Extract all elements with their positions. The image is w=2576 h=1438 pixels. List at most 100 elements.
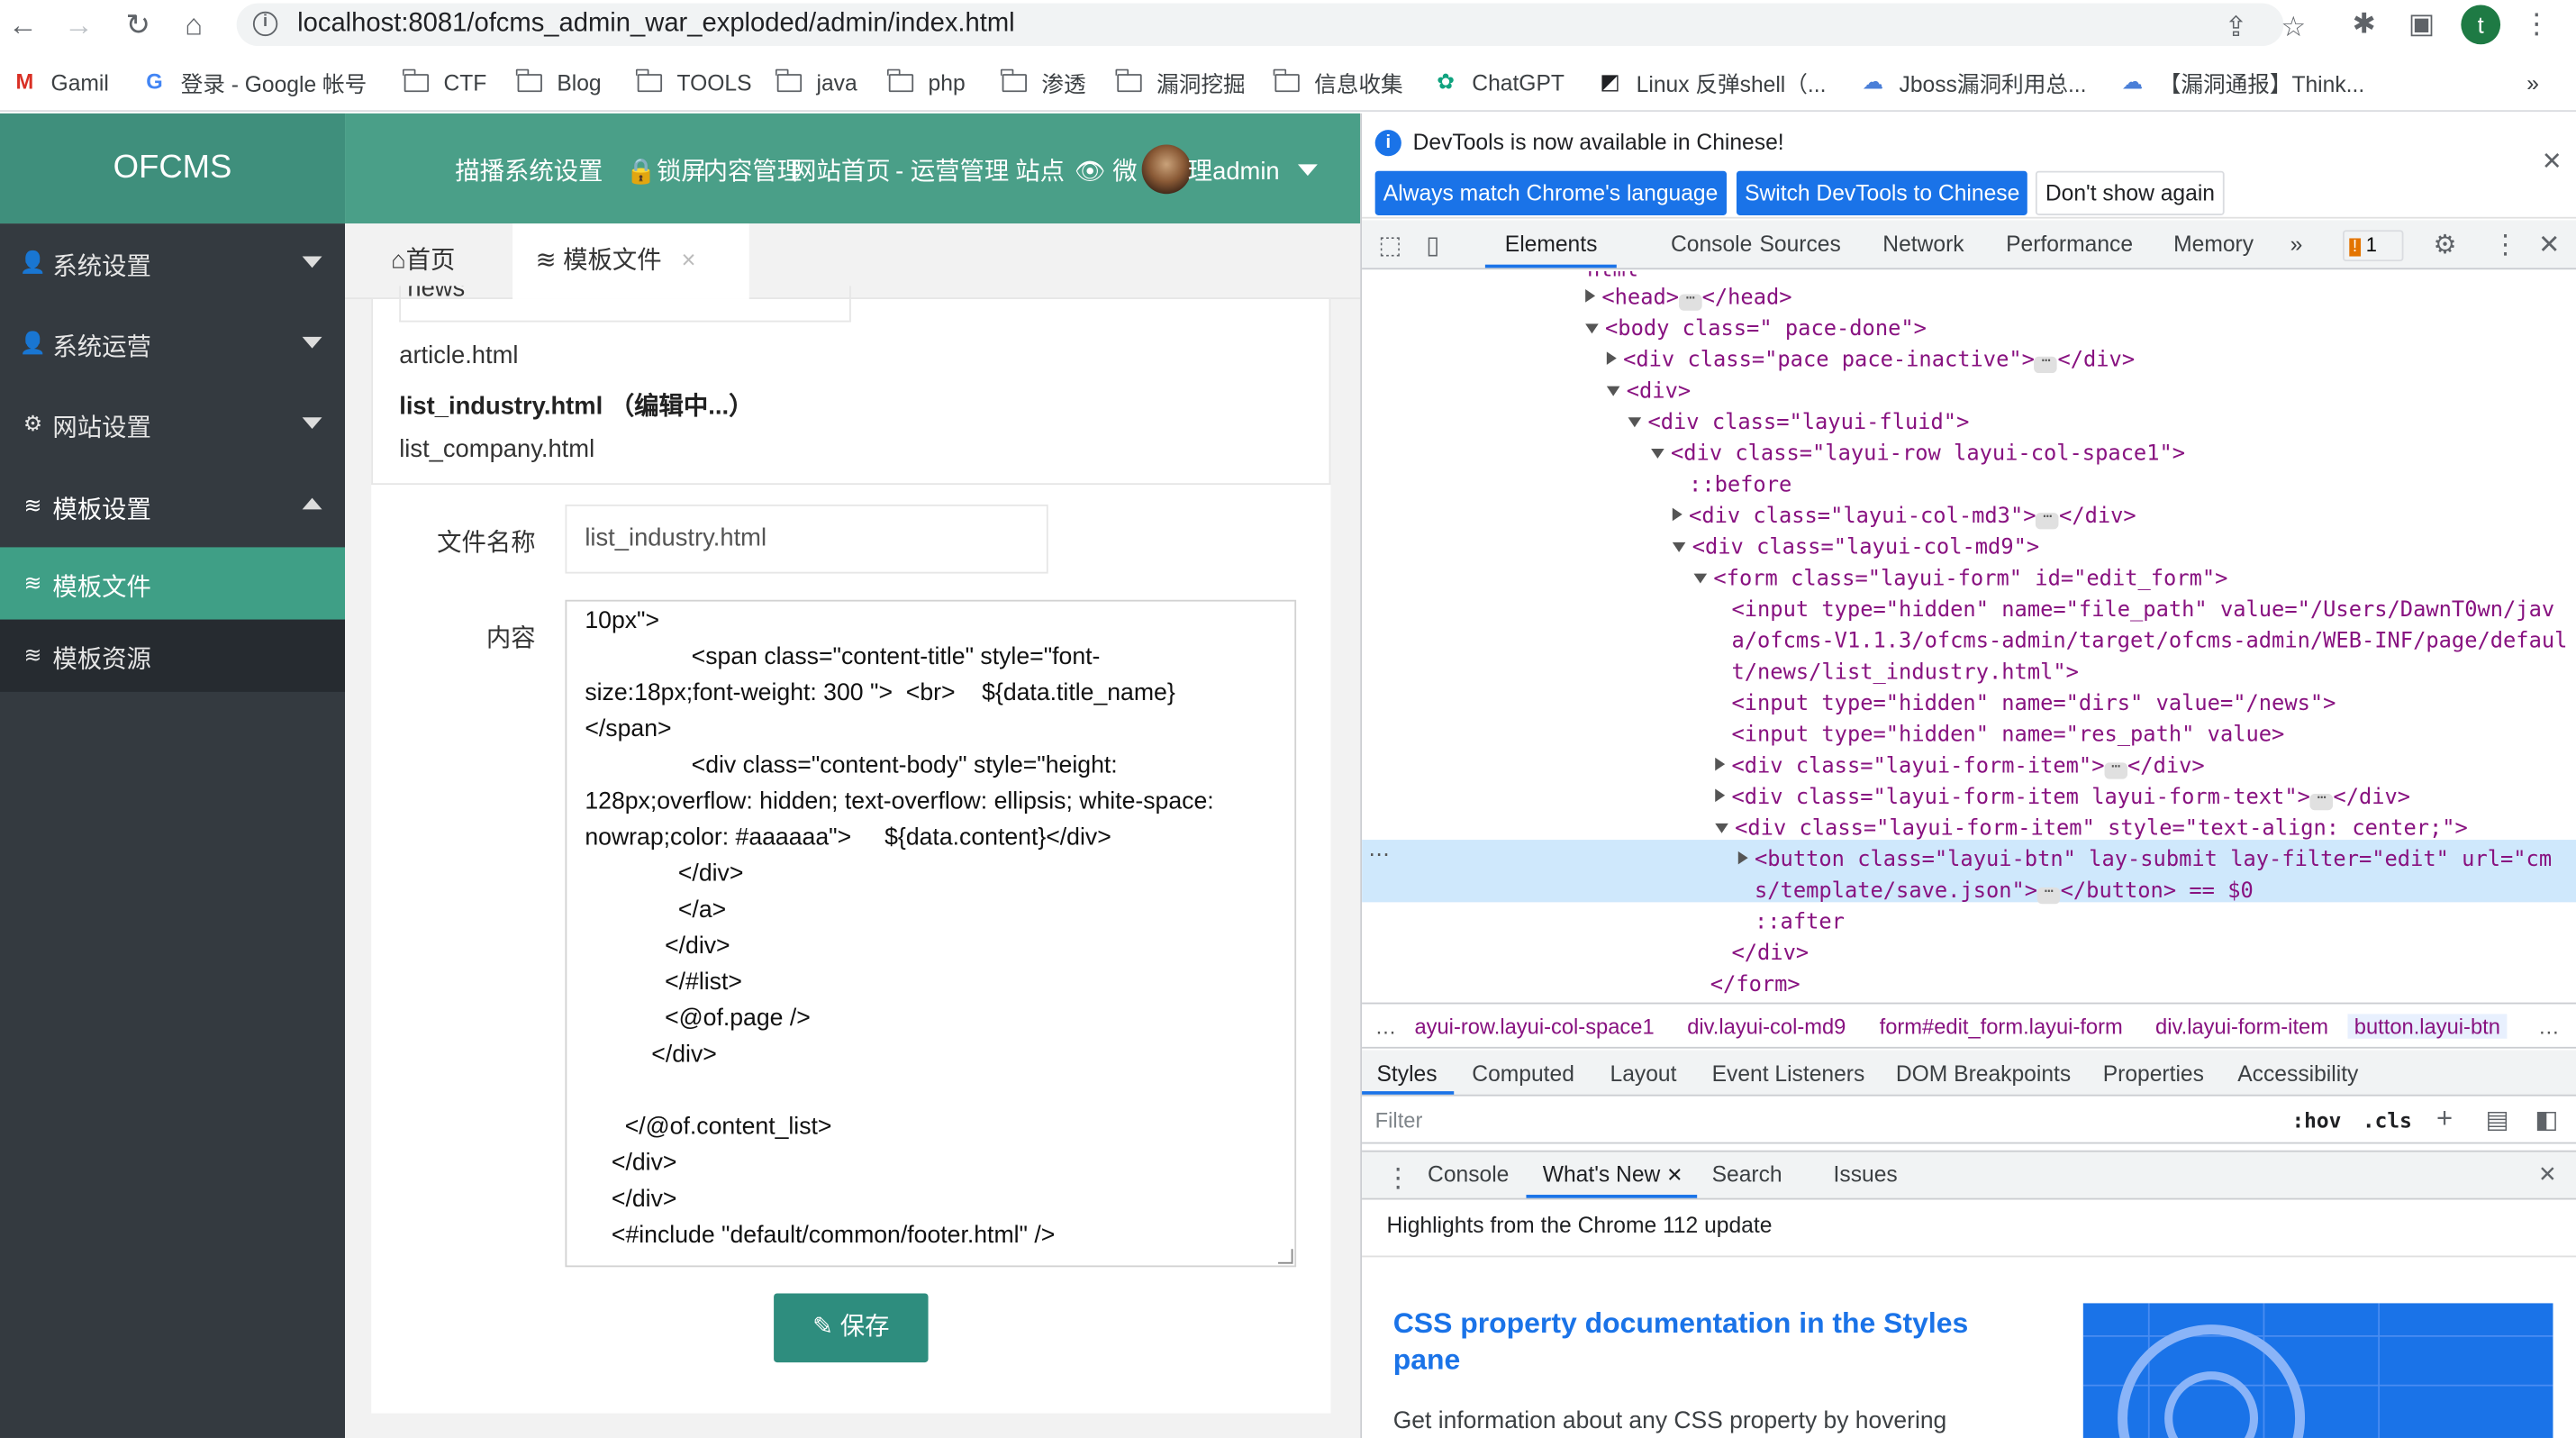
tab-elements[interactable]: Elements	[1505, 232, 1598, 256]
nav-site[interactable]: 站点	[1015, 153, 1065, 187]
dom-div[interactable]: <div>	[1606, 377, 1691, 408]
drawer-tab-issues[interactable]: Issues	[1834, 1162, 1898, 1187]
more-bookmarks[interactable]: »	[2526, 66, 2539, 98]
file-item-article[interactable]: article.html	[399, 341, 518, 369]
tab-dom-breakpoints[interactable]: DOM Breakpoints	[1896, 1061, 2071, 1086]
close-devtools-icon[interactable]: ✕	[2538, 229, 2560, 261]
bookmark-google-account[interactable]: G 登录 - Google 帐号	[141, 66, 367, 98]
drawer-tab-console[interactable]: Console	[1428, 1162, 1509, 1187]
partial-item[interactable]: news	[399, 286, 851, 323]
dom-layui-row[interactable]: <div class="layui-row layui-col-space1">	[1651, 439, 2185, 470]
new-style-rule-icon[interactable]: +	[2436, 1103, 2453, 1135]
bookmark-info-gathering[interactable]: 信息收集	[1274, 66, 1403, 98]
drawer-tab-whats-new[interactable]: What's New ✕	[1543, 1162, 1683, 1187]
dom-layui-fluid[interactable]: <div class="layui-fluid">	[1628, 407, 1969, 439]
paint-brush-icon[interactable]: ▤	[2486, 1105, 2509, 1134]
breadcrumb-item[interactable]: ayui-row.layui-col-space1	[1414, 1014, 1654, 1038]
breadcrumb-item[interactable]: div.layui-col-md9	[1687, 1014, 1846, 1038]
bookmark-jboss[interactable]: ☁ Jboss漏洞利用总...	[1860, 66, 2086, 98]
class-toggle[interactable]: .cls	[2363, 1107, 2412, 1132]
profile-avatar[interactable]: t	[2461, 5, 2501, 45]
resize-handle[interactable]	[1278, 1249, 1293, 1264]
nav-operations[interactable]: - 运营管理	[895, 153, 1009, 187]
dont-show-again-button[interactable]: Don't show again	[2035, 170, 2225, 215]
dom-input-dirs[interactable]: <input type="hidden" name="dirs" value="…	[1731, 688, 2336, 720]
styles-filter-input[interactable]: Filter	[1367, 1103, 2276, 1139]
dom-input-res-path[interactable]: <input type="hidden" name="res_path" val…	[1731, 720, 2284, 751]
dom-body[interactable]: <body class=" pace-done">	[1585, 314, 1927, 345]
dom-form[interactable]: <form class="layui-form" id="edit_form">	[1693, 564, 2227, 596]
nav-system-settings[interactable]: 描播系统设置	[455, 153, 603, 187]
tab-memory[interactable]: Memory	[2173, 232, 2254, 256]
reload-icon[interactable]: ↻	[118, 6, 158, 42]
devtools-menu-icon[interactable]: ⋮	[2492, 229, 2518, 261]
bookmark-tools[interactable]: TOOLS	[636, 66, 752, 98]
file-item-list-company[interactable]: list_company.html	[399, 435, 594, 463]
toggle-sidebar-icon[interactable]: ◧	[2535, 1105, 2558, 1134]
nav-site-home[interactable]: 网站首页	[792, 153, 890, 187]
submenu-template-resources[interactable]: ≋ 模板资源	[0, 619, 346, 692]
breadcrumb-item-selected[interactable]: button.layui-btn	[2347, 1014, 2508, 1039]
breadcrumb-item[interactable]: form#edit_form.layui-form	[1880, 1014, 2123, 1038]
back-icon[interactable]: ←	[4, 6, 43, 42]
tab-accessibility[interactable]: Accessibility	[2237, 1061, 2358, 1086]
home-icon[interactable]: ⌂	[174, 6, 213, 42]
user-dropdown-caret[interactable]	[1297, 164, 1318, 177]
dom-pace[interactable]: <div class="pace pace-inactive"> ⋯ </div>	[1606, 345, 2135, 377]
dom-div-close[interactable]: </div>	[1731, 938, 1809, 969]
tab-layout[interactable]: Layout	[1610, 1061, 1677, 1086]
tab-styles[interactable]: Styles	[1376, 1061, 1437, 1086]
bookmark-vuln-mining[interactable]: 漏洞挖掘	[1116, 66, 1246, 98]
issues-badge[interactable]: ! 1	[2342, 230, 2404, 262]
dom-form-item-text[interactable]: <div class="layui-form-item layui-form-t…	[1715, 782, 2410, 814]
tab-performance[interactable]: Performance	[2006, 232, 2133, 256]
nav-user-admin[interactable]: 理admin	[1188, 153, 1280, 187]
bookmark-chatgpt[interactable]: ✿ ChatGPT	[1433, 66, 1565, 98]
address-bar[interactable]: i localhost:8081/ofcms_admin_war_explode…	[236, 3, 2306, 47]
content-textarea[interactable]: 10px"> <span class="content-title" style…	[565, 599, 1297, 1268]
dom-head[interactable]: <head> ⋯ </head>	[1585, 283, 1792, 314]
inspect-element-icon[interactable]: ⬚	[1378, 230, 1401, 259]
switch-to-chinese-button[interactable]: Switch DevTools to Chinese	[1736, 170, 2028, 215]
submenu-template-files[interactable]: ≋ 模板文件	[0, 547, 346, 620]
sidebar-item-template-settings[interactable]: ≋ 模板设置	[0, 467, 345, 547]
site-info-icon[interactable]: i	[252, 11, 278, 37]
close-icon[interactable]: ×	[682, 247, 696, 275]
breadcrumb-more-right[interactable]: …	[2538, 1014, 2560, 1038]
menu-icon[interactable]: ⋮	[2518, 6, 2554, 42]
dom-form-item-1[interactable]: <div class="layui-form-item"> ⋯ </div>	[1715, 751, 2205, 783]
bookmark-blog[interactable]: Blog	[516, 66, 602, 98]
close-drawer-icon[interactable]: ✕	[2538, 1162, 2557, 1188]
dom-button[interactable]: <button class="layui-btn" lay-submit lay…	[1737, 845, 2552, 877]
bookmark-php[interactable]: php	[887, 66, 966, 98]
hover-state-toggle[interactable]: :hov	[2291, 1107, 2341, 1132]
dom-input-file-path-end[interactable]: t/news/list_industry.html">	[1731, 658, 2078, 689]
extensions-icon[interactable]: ✱	[2346, 6, 2382, 42]
bookmark-linux-shell[interactable]: ◩ Linux 反弹shell（...	[1597, 66, 1826, 98]
node-options-icon[interactable]: ⋯	[1368, 842, 1390, 868]
save-button[interactable]: ✎ 保存	[774, 1293, 929, 1363]
dom-col-md3[interactable]: <div class="layui-col-md3"> ⋯ </div>	[1672, 501, 2136, 532]
dom-input-file-path[interactable]: <input type="hidden" name="file_path" va…	[1731, 595, 2554, 626]
bookmark-think[interactable]: ☁ 【漏洞通报】Think...	[2119, 66, 2365, 98]
forward-icon[interactable]: →	[59, 6, 99, 42]
tab-computed[interactable]: Computed	[1472, 1061, 1574, 1086]
always-match-language-button[interactable]: Always match Chrome's language	[1374, 170, 1727, 215]
nav-lock-screen[interactable]: 🔒锁屏	[626, 153, 706, 187]
breadcrumb-more-left[interactable]: …	[1375, 1014, 1397, 1038]
dom-button-cont[interactable]: s/template/save.json"> ⋯ </button> == $0	[1755, 876, 2254, 907]
sidebar-item-site-settings[interactable]: ⚙ 网站设置	[0, 385, 345, 465]
dom-before[interactable]: ::before	[1689, 470, 1791, 502]
side-panel-icon[interactable]: ▣	[2403, 6, 2439, 42]
nav-wechat[interactable]: 👁 微	[1075, 153, 1138, 187]
bookmark-star-icon[interactable]: ☆	[2275, 10, 2311, 46]
nav-content-management[interactable]: 内容管理	[703, 153, 802, 187]
dom-col-md9[interactable]: <div class="layui-col-md9">	[1672, 532, 2039, 564]
tab-properties[interactable]: Properties	[2103, 1061, 2204, 1086]
user-avatar[interactable]	[1141, 144, 1192, 195]
bookmark-ctf[interactable]: CTF	[403, 66, 486, 98]
article-thumbnail[interactable]	[2082, 1303, 2553, 1438]
article-title[interactable]: CSS property documentation in the Styles…	[1393, 1305, 1969, 1377]
drawer-menu-icon[interactable]: ⋮	[1385, 1162, 1411, 1195]
share-icon[interactable]: ⇪	[2218, 10, 2254, 46]
